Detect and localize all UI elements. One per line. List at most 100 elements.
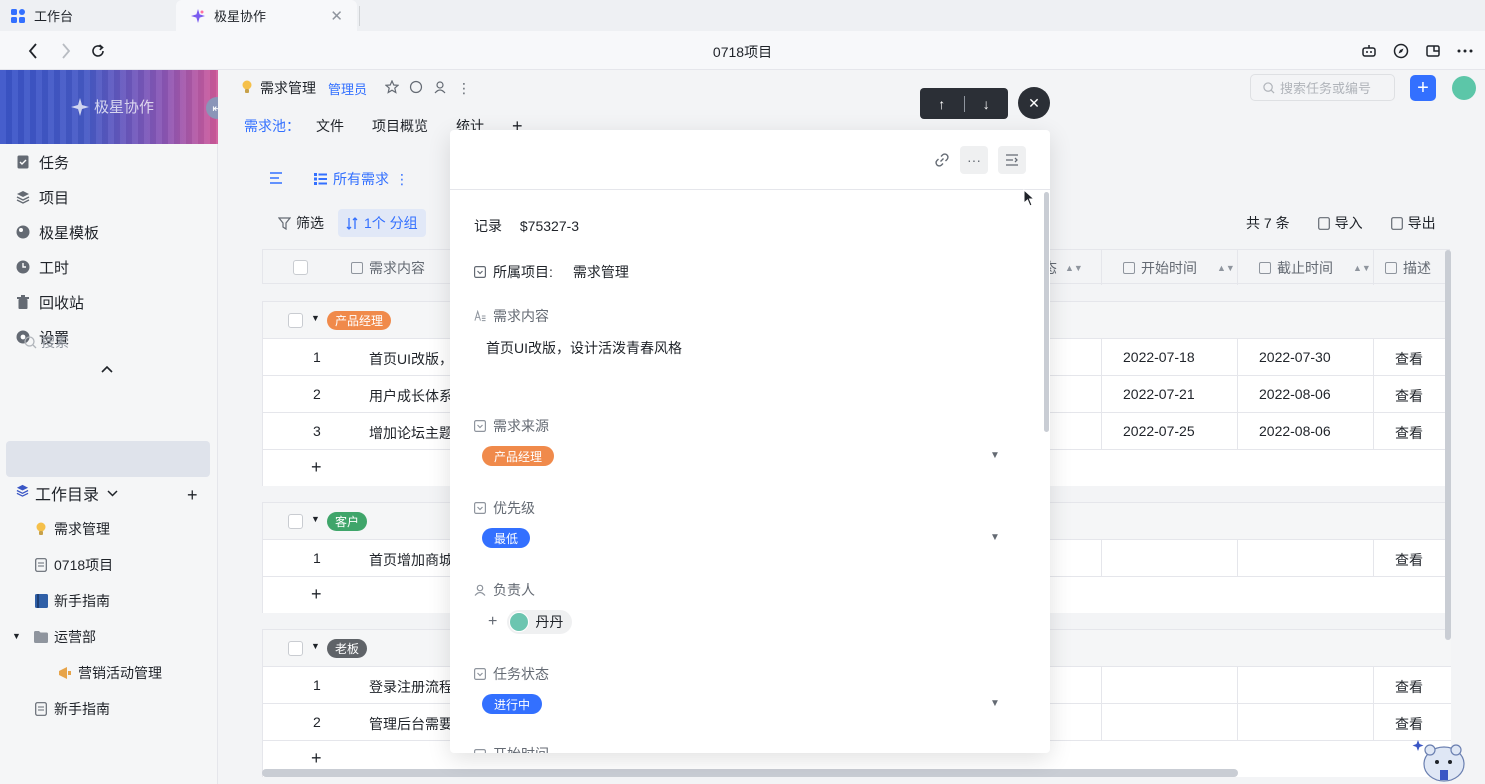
filter-button[interactable]: 筛选 [270, 209, 332, 237]
tab-jixing[interactable]: 极星协作 ✕ [176, 0, 357, 31]
row-view-link[interactable]: 查看 [1395, 550, 1423, 570]
assistant-mascot-icon[interactable] [1412, 738, 1470, 782]
import-label: 导入 [1334, 215, 1363, 231]
row-view-link[interactable]: 查看 [1395, 386, 1423, 406]
sidebar-item-templates[interactable]: 极星模板 [16, 220, 99, 244]
group-button[interactable]: 1个 分组 [338, 209, 426, 237]
tab-label: 工作台 [34, 9, 74, 24]
field-label: 需求内容 [493, 308, 549, 324]
group-checkbox[interactable] [288, 641, 303, 656]
source-tag[interactable]: 产品经理 [482, 446, 555, 466]
caret-down-icon[interactable]: ▼ [12, 631, 21, 641]
task-search-input[interactable]: 搜索任务或编号 [1250, 74, 1395, 101]
row-view-link[interactable]: 查看 [1395, 677, 1423, 697]
calendar-icon [474, 748, 486, 753]
chevron-up-icon[interactable] [101, 360, 113, 376]
tree-item-requirements[interactable]: 需求管理 [34, 517, 110, 541]
sidebar-item-trash[interactable]: 回收站 [16, 290, 84, 314]
content-value[interactable]: 首页UI改版，设计活泼青春风格 [486, 338, 682, 358]
tree-item-marketing[interactable]: 营销活动管理 [58, 661, 162, 685]
folder-icon [34, 630, 48, 644]
caret-down-icon[interactable]: ▼ [311, 641, 320, 651]
search-icon [24, 335, 37, 348]
import-button[interactable]: 导入 [1317, 213, 1363, 233]
star-outline-icon[interactable] [384, 79, 400, 97]
sidebar-item-label: 工时 [39, 259, 70, 277]
row-view-link[interactable]: 查看 [1395, 423, 1423, 443]
collapse-panel-icon[interactable] [998, 146, 1026, 174]
link-icon[interactable] [928, 146, 956, 174]
status-tag[interactable]: 进行中 [482, 694, 543, 714]
source-dropdown-icon[interactable]: ▼ [990, 450, 1000, 461]
col-content[interactable]: 需求内容 [351, 250, 425, 285]
filter-label: 筛选 [296, 215, 324, 231]
record-detail-panel: ··· 记录 $75327-3 所属项目: 需求管理 需求内容 首页UI改版，设… [450, 130, 1050, 753]
owner-chip[interactable]: 丹丹 [507, 610, 573, 634]
arrow-up-icon[interactable]: ↑ [920, 88, 964, 119]
field-label: 需求来源 [493, 418, 549, 434]
sidebar-item-hours[interactable]: 工时 [16, 255, 69, 279]
row-start: 2022-07-21 [1123, 386, 1195, 402]
tab-requirement-pool[interactable]: 需求池： [244, 116, 300, 136]
list-icon [314, 173, 327, 185]
row-end: 2022-08-06 [1259, 423, 1331, 439]
tab-overview[interactable]: 项目概览 [372, 116, 428, 136]
priority-dropdown-icon[interactable]: ▼ [990, 532, 1000, 543]
more-vertical-icon[interactable]: ⋮ [457, 80, 471, 97]
book-icon [34, 594, 48, 608]
add-workdir-icon[interactable]: + [187, 485, 198, 506]
col-end[interactable]: 截止时间 ▲▼ [1259, 250, 1371, 285]
close-icon[interactable]: ✕ [330, 7, 343, 25]
compass-icon[interactable] [1390, 40, 1412, 62]
close-icon[interactable]: ✕ [1018, 87, 1050, 119]
add-owner-icon[interactable]: + [488, 613, 497, 631]
sidebar-item-tasks[interactable]: 任务 [16, 150, 69, 174]
table-horizontal-scrollbar[interactable] [262, 769, 1238, 777]
col-desc[interactable]: 描述 [1385, 250, 1431, 285]
group-checkbox[interactable] [288, 514, 303, 529]
select-all-checkbox[interactable] [293, 260, 308, 275]
view-all-requirements[interactable]: 所有需求 ⋮ [314, 169, 409, 189]
tab-label: 极星协作 [214, 9, 267, 24]
tab-files[interactable]: 文件 [316, 116, 344, 136]
menu-icon[interactable] [270, 171, 284, 187]
caret-down-icon[interactable]: ▼ [311, 313, 320, 323]
window-icon[interactable] [1422, 40, 1444, 62]
members-icon[interactable] [433, 80, 447, 97]
tree-item-guide-2[interactable]: 新手指南 [34, 697, 110, 721]
project-name: 需求管理 [260, 80, 316, 96]
table-vertical-scrollbar[interactable] [1445, 250, 1451, 640]
group-checkbox[interactable] [288, 313, 303, 328]
robot-icon[interactable] [1358, 40, 1380, 62]
table-right-tools: 共 7 条 导入 导出 [1246, 213, 1436, 233]
panel-toolbar: ··· [450, 130, 1050, 190]
tree-item-guide[interactable]: 新手指南 [34, 589, 110, 613]
tree-item-0718[interactable]: 0718项目 [34, 553, 113, 577]
sidebar-item-projects[interactable]: 项目 [16, 185, 69, 209]
brand-banner: 极星协作 [0, 70, 218, 144]
col-start[interactable]: 开始时间 ▲▼ [1123, 250, 1235, 285]
owner-name: 丹丹 [535, 614, 564, 630]
panel-scrollbar[interactable] [1044, 192, 1049, 432]
tab-workbench[interactable]: 工作台 [0, 0, 172, 31]
caret-down-icon[interactable]: ▼ [311, 514, 320, 524]
view-bar: 所有需求 ⋮ [262, 164, 409, 194]
row-view-link[interactable]: 查看 [1395, 349, 1423, 369]
status-dropdown-icon[interactable]: ▼ [990, 698, 1000, 709]
add-button[interactable]: + [1410, 75, 1436, 101]
export-button[interactable]: 导出 [1390, 213, 1436, 233]
sort-icon [346, 216, 358, 230]
more-icon[interactable]: ··· [960, 146, 988, 174]
chat-icon[interactable] [409, 80, 423, 97]
arrow-down-icon[interactable]: ↓ [964, 88, 1008, 119]
row-num: 1 [313, 349, 321, 365]
more-icon[interactable] [1454, 40, 1476, 62]
priority-tag[interactable]: 最低 [482, 528, 531, 548]
doc-icon [34, 558, 48, 572]
row-view-link[interactable]: 查看 [1395, 714, 1423, 734]
sidebar-search[interactable]: 搜索 [24, 332, 69, 352]
owner-field-label: 负责人 [474, 580, 535, 600]
avatar[interactable] [1452, 76, 1476, 100]
tree-item-ops[interactable]: 运营部 [34, 625, 96, 649]
workdir-header[interactable]: 工作目录 [16, 481, 118, 505]
